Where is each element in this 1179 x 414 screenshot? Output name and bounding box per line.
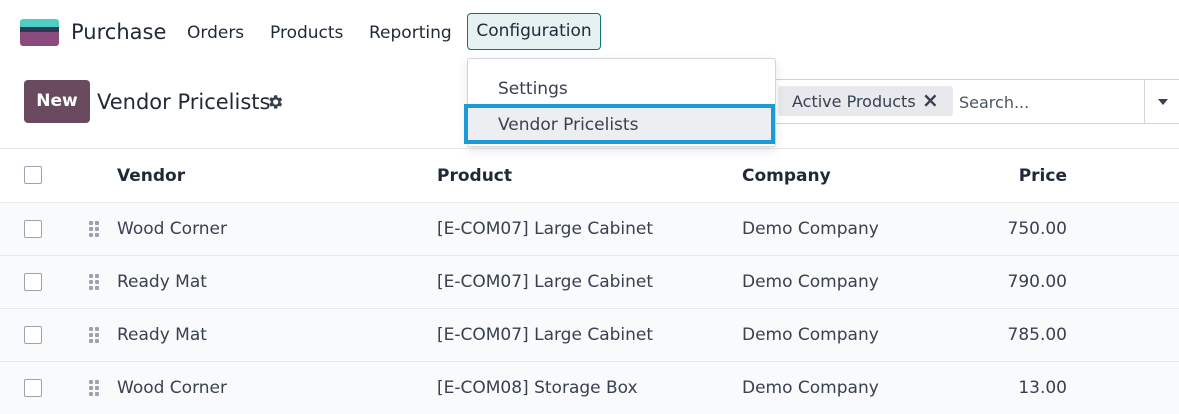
search-options-toggle[interactable] [1144, 79, 1179, 124]
table-row[interactable]: Wood Corner [E-COM07] Large Cabinet Demo… [0, 202, 1179, 255]
cell-company: Demo Company [742, 378, 879, 398]
list-view: Vendor Product Company Price Wood Corner… [0, 148, 1179, 414]
cell-price: 785.00 [1007, 325, 1067, 345]
column-header-price[interactable]: Price [960, 149, 1067, 201]
drag-handle-icon[interactable] [89, 274, 101, 290]
row-checkbox[interactable] [24, 379, 42, 397]
cell-company: Demo Company [742, 219, 879, 239]
app-name[interactable]: Purchase [71, 20, 166, 44]
table-row[interactable]: Ready Mat [E-COM07] Large Cabinet Demo C… [0, 308, 1179, 361]
caret-down-icon [1158, 99, 1168, 105]
table-header: Vendor Product Company Price [0, 148, 1179, 202]
cell-price: 790.00 [1007, 272, 1067, 292]
purchase-app-icon[interactable] [20, 19, 59, 46]
column-header-company[interactable]: Company [742, 149, 831, 201]
search-input[interactable] [959, 90, 1137, 114]
table-row[interactable]: Ready Mat [E-COM07] Large Cabinet Demo C… [0, 255, 1179, 308]
logo-layer-bottom [20, 32, 59, 46]
new-button[interactable]: New [24, 80, 90, 123]
column-header-vendor[interactable]: Vendor [117, 149, 185, 201]
drag-handle-icon[interactable] [89, 327, 101, 343]
table-row[interactable]: Wood Corner [E-COM08] Storage Box Demo C… [0, 361, 1179, 414]
cell-vendor: Ready Mat [117, 272, 207, 292]
gear-icon[interactable] [266, 93, 284, 111]
cell-product: [E-COM07] Large Cabinet [437, 325, 654, 345]
menu-reporting[interactable]: Reporting [369, 23, 452, 43]
logo-layer-top [20, 19, 59, 27]
cell-product: [E-COM07] Large Cabinet [437, 272, 654, 292]
menu-configuration[interactable]: Configuration [467, 13, 601, 50]
row-checkbox[interactable] [24, 273, 42, 291]
dropdown-item-settings[interactable]: Settings [468, 59, 775, 99]
select-all-checkbox[interactable] [24, 166, 42, 184]
menu-products[interactable]: Products [270, 23, 343, 43]
menu-orders[interactable]: Orders [187, 23, 244, 43]
cell-company: Demo Company [742, 325, 879, 345]
search-facet: Active Products × [778, 86, 953, 116]
drag-handle-icon[interactable] [89, 221, 101, 237]
dropdown-item-label: Settings [498, 79, 568, 99]
cell-vendor: Wood Corner [117, 219, 227, 239]
cell-price: 13.00 [1018, 378, 1067, 398]
cell-product: [E-COM08] Storage Box [437, 378, 638, 398]
row-checkbox[interactable] [24, 326, 42, 344]
row-checkbox[interactable] [24, 220, 42, 238]
selection-highlight [464, 104, 775, 144]
column-header-product[interactable]: Product [437, 149, 512, 201]
cell-company: Demo Company [742, 272, 879, 292]
cell-vendor: Ready Mat [117, 325, 207, 345]
cell-product: [E-COM07] Large Cabinet [437, 219, 654, 239]
facet-label: Active Products [792, 92, 916, 111]
drag-handle-icon[interactable] [89, 380, 101, 396]
cell-vendor: Wood Corner [117, 378, 227, 398]
close-icon[interactable]: × [922, 89, 939, 111]
cell-price: 750.00 [1007, 219, 1067, 239]
page-title[interactable]: Vendor Pricelists [97, 90, 270, 114]
